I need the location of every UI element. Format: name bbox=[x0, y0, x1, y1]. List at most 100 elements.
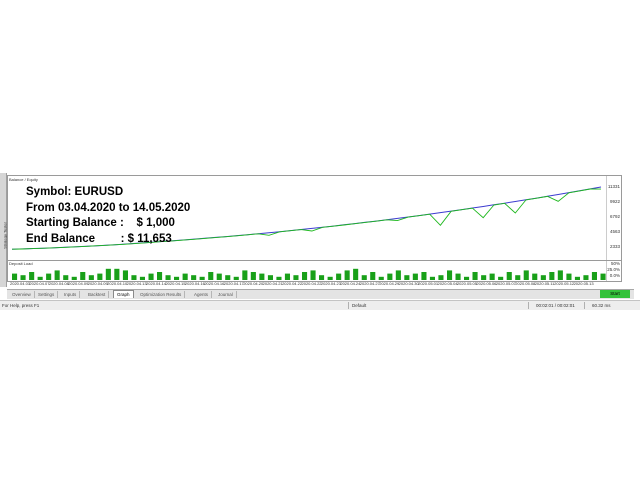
end-balance-text: End Balance : $ 11,653 bbox=[26, 232, 172, 245]
start-button[interactable]: Start bbox=[600, 290, 630, 298]
load-bar bbox=[174, 276, 180, 280]
load-bar bbox=[523, 270, 529, 280]
load-bar bbox=[88, 275, 94, 280]
load-bar bbox=[472, 272, 478, 280]
tab-settings[interactable]: Settings bbox=[35, 291, 59, 298]
tab-optimization-results[interactable]: Optimization Results bbox=[137, 291, 186, 298]
tab-inputs[interactable]: Inputs bbox=[61, 291, 81, 298]
load-bar bbox=[455, 273, 461, 280]
load-bar bbox=[293, 275, 299, 280]
y-tick-label: 9922 bbox=[609, 199, 620, 204]
load-bar bbox=[131, 275, 137, 280]
date-tick-label: 2020.04.10 bbox=[107, 281, 128, 286]
load-bar bbox=[395, 270, 401, 280]
tab-graph[interactable]: Graph bbox=[113, 290, 134, 298]
load-bar bbox=[20, 275, 26, 280]
date-tick-label: 2020.04.20 bbox=[243, 281, 264, 286]
date-tick-label: 2020.05.05 bbox=[456, 281, 477, 286]
load-bar bbox=[80, 272, 86, 280]
load-bar bbox=[37, 276, 43, 280]
date-tick-label: 2020.04.09 bbox=[87, 281, 108, 286]
date-tick-label: 2020.04.08 bbox=[48, 281, 69, 286]
load-bar bbox=[63, 275, 69, 280]
load-bar bbox=[12, 273, 18, 280]
load-bar bbox=[540, 275, 546, 280]
date-tick-label: 2020.04.21 bbox=[262, 281, 283, 286]
help-text: For Help, press F1 bbox=[2, 303, 40, 308]
load-bar bbox=[574, 276, 580, 280]
load-bar bbox=[532, 273, 538, 280]
load-bar bbox=[429, 276, 435, 280]
load-bar bbox=[421, 272, 427, 280]
load-bar bbox=[157, 272, 163, 280]
load-bar bbox=[250, 272, 256, 280]
load-bar bbox=[165, 275, 171, 280]
status-divider bbox=[584, 302, 585, 309]
deposit-load-chart: Deposit Load 50% 25.0% 0.0% bbox=[7, 260, 622, 282]
load-bar bbox=[242, 270, 248, 280]
load-bar bbox=[344, 270, 350, 280]
load-bar bbox=[489, 273, 495, 280]
load-bar bbox=[114, 268, 120, 280]
load-bar bbox=[378, 276, 384, 280]
symbol-text: Symbol: EURUSD bbox=[26, 186, 124, 198]
load-bar bbox=[302, 272, 308, 280]
date-tick-label: 2020.04.14 bbox=[146, 281, 167, 286]
load-bar bbox=[549, 272, 555, 280]
load-bar bbox=[284, 273, 290, 280]
load-bar bbox=[105, 268, 111, 280]
load-bar bbox=[276, 276, 282, 280]
profile-text: Default bbox=[352, 303, 367, 308]
load-bar bbox=[319, 275, 325, 280]
date-tick-label: 2020.05.12 bbox=[554, 281, 575, 286]
load-bar bbox=[97, 273, 103, 280]
load-tick-label: 25.0% bbox=[607, 267, 620, 272]
y-tick-label: 11331 bbox=[607, 184, 620, 189]
load-bar bbox=[591, 272, 597, 280]
date-tick-label: 2020.04.24 bbox=[340, 281, 361, 286]
date-tick-label: 2020.04.16 bbox=[184, 281, 205, 286]
load-bar bbox=[233, 276, 239, 280]
load-bar bbox=[208, 272, 214, 280]
status-divider bbox=[348, 302, 349, 309]
load-bar bbox=[600, 273, 606, 280]
load-bar bbox=[267, 275, 273, 280]
date-tick-label: 2020.05.01 bbox=[418, 281, 439, 286]
tab-overview[interactable]: Overview bbox=[9, 291, 35, 298]
load-bar bbox=[336, 273, 342, 280]
load-tick-label: 50% bbox=[610, 261, 620, 266]
load-bar bbox=[259, 273, 265, 280]
date-tick-label: 2020.05.11 bbox=[534, 281, 555, 286]
tab-journal[interactable]: Journal bbox=[215, 291, 237, 298]
date-tick-label: 2020.05.07 bbox=[495, 281, 516, 286]
date-tick-label: 2020.04.22 bbox=[301, 281, 322, 286]
load-bar bbox=[71, 276, 77, 280]
y-tick-label: 2333 bbox=[609, 244, 620, 249]
load-bar bbox=[447, 270, 453, 280]
load-bar bbox=[327, 276, 333, 280]
load-bar bbox=[29, 272, 35, 280]
date-tick-label: 2020.04.29 bbox=[379, 281, 400, 286]
date-tick-label: 2020.05.13 bbox=[573, 281, 594, 286]
date-tick-label: 2020.04.30 bbox=[398, 281, 419, 286]
date-tick-label: 2020.04.22 bbox=[282, 281, 303, 286]
tab-backtest[interactable]: Backtest bbox=[85, 291, 110, 298]
balance-equity-chart: Balance / Equity Symbol: EURUSD From 03.… bbox=[7, 175, 622, 261]
y-axis: 11331 9922 6792 4563 2333 bbox=[606, 176, 621, 260]
load-bar bbox=[361, 275, 367, 280]
load-bar bbox=[54, 270, 60, 280]
load-bar bbox=[216, 273, 222, 280]
load-bar bbox=[353, 268, 359, 280]
load-bar bbox=[310, 270, 316, 280]
date-tick-label: 2020.05.06 bbox=[476, 281, 497, 286]
load-bar bbox=[199, 276, 205, 280]
date-tick-label: 2020.04.16 bbox=[204, 281, 225, 286]
tab-agents[interactable]: Agents bbox=[191, 291, 213, 298]
date-tick-label: 2020.04.15 bbox=[165, 281, 186, 286]
date-tick-label: 2020.04.23 bbox=[320, 281, 341, 286]
load-bar bbox=[566, 273, 572, 280]
load-bar bbox=[148, 273, 154, 280]
load-bar bbox=[387, 273, 393, 280]
status-divider bbox=[528, 302, 529, 309]
strategy-tester-window: Strategy Tester Balance / Equity Symbol:… bbox=[0, 163, 640, 330]
